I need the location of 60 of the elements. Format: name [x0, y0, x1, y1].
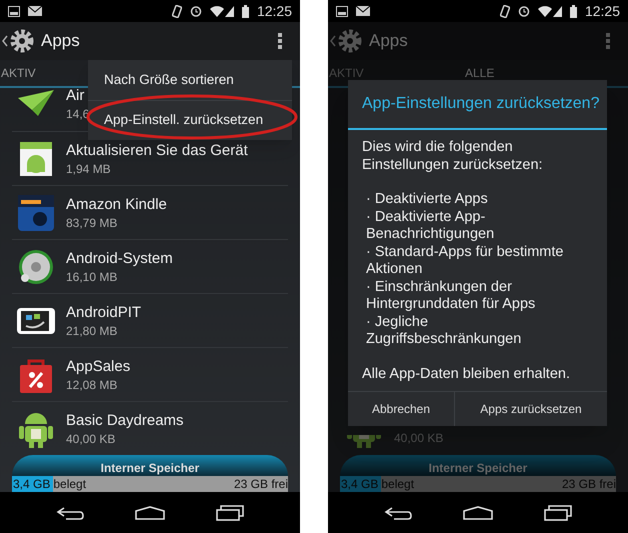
dialog-title: App-Einstellungen zurücksetzen? [348, 80, 607, 130]
app-name: Air [66, 88, 86, 106]
rotate-icon [500, 4, 510, 18]
storage-free: 23 GB frei [562, 476, 616, 493]
list-item: · Jegliche Zugriffsbeschränkungen [365, 314, 522, 348]
clock-time: 12:25 [584, 4, 620, 18]
battery-icon [242, 4, 249, 18]
list-item: · Deaktivierte App-Benachrichtigungen [365, 208, 496, 244]
home-icon[interactable] [462, 506, 493, 520]
image-icon [8, 6, 20, 16]
battery-icon [570, 4, 577, 18]
app-size: 40,00 KB [394, 430, 444, 446]
image-icon [336, 6, 348, 16]
app-size: 12,08 MB [66, 376, 118, 392]
app-size: 21,80 MB [66, 322, 118, 338]
alarm-icon [518, 5, 530, 17]
dialog-button[interactable]: Abbrechen [348, 392, 455, 426]
app-name: AppSales [66, 356, 130, 376]
app-size: 1,94 MB [66, 160, 112, 176]
alarm-icon [190, 5, 202, 17]
app-size: 40,00 KB [66, 430, 116, 446]
storage-used-amount: 3,4 GB [13, 476, 50, 493]
rotate-icon [172, 4, 182, 18]
dialog-note: Alle App-Daten bleiben erhalten. [362, 366, 571, 383]
screen-title: Apps [369, 30, 408, 52]
app-size: 83,79 MB [66, 214, 118, 230]
wifi-icon [538, 6, 552, 16]
storage-free: 23 GB frei [234, 476, 288, 493]
storage-used-label: belegt [381, 476, 414, 493]
list-item: · Einschränkungen der Hintergrunddaten für Apps [365, 278, 536, 314]
mail-icon [28, 6, 42, 16]
recents-icon[interactable] [216, 504, 244, 520]
app-size: 16,10 MB [66, 268, 118, 284]
list-item: · Standard-Apps für bestimmte Aktionen [365, 244, 564, 278]
dialog-button[interactable]: Apps zurücksetzen [455, 392, 607, 426]
mail-icon [356, 6, 370, 16]
back-icon[interactable] [56, 506, 84, 520]
app-name: Basic Daydreams [66, 410, 184, 430]
signal-icon [552, 6, 562, 16]
menu-item[interactable]: Nach Größe sortieren [88, 60, 292, 100]
screen-title: Apps [41, 30, 80, 52]
recents-icon[interactable] [544, 504, 572, 520]
app-name: Amazon Kindle [66, 194, 167, 214]
back-icon[interactable] [384, 506, 412, 520]
wifi-icon [210, 6, 224, 16]
storage-title: Interner Speicher [100, 461, 200, 476]
home-icon[interactable] [134, 506, 165, 520]
storage-title: Interner Speicher [428, 461, 528, 476]
clock-time: 12:25 [256, 4, 292, 18]
storage-used-label: belegt [53, 476, 86, 493]
app-name: Android-System [66, 248, 173, 268]
overflow-menu-icon[interactable] [278, 33, 282, 49]
app-name: Aktualisieren Sie das Gerät [66, 140, 248, 160]
back-caret-icon[interactable] [2, 35, 8, 47]
storage-used-amount: 3,4 GB [341, 476, 378, 493]
list-item: · Deaktivierte Apps [365, 191, 489, 208]
gear-icon[interactable] [9, 28, 35, 54]
app-name: AndroidPIT [66, 302, 142, 322]
signal-icon [224, 6, 234, 16]
dialog-message: Dies wird die folgenden Einstellungen zurücksetzen: [362, 139, 544, 174]
